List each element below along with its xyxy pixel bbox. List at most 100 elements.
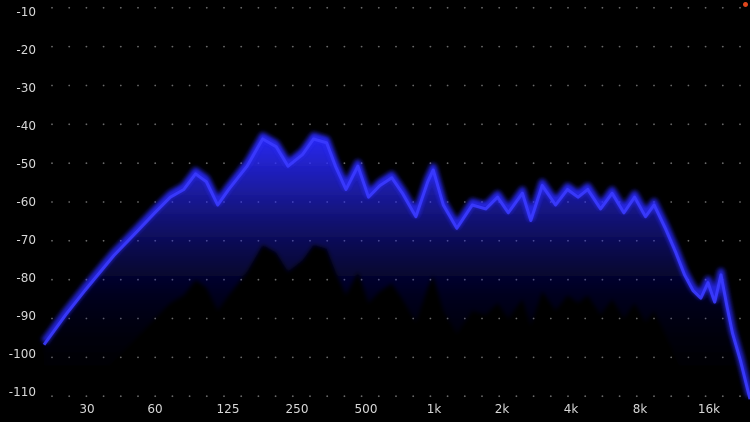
grid-dot [188,356,191,359]
grid-dot [51,162,53,165]
grid-dot [429,123,432,126]
grid-dot [567,317,569,320]
grid-dot [154,123,157,126]
grid-dot [498,84,501,87]
grid-dot [429,6,432,9]
grid-dot [704,84,707,87]
grid-dot [670,356,673,359]
grid-dot [532,6,535,9]
grid-dot [309,123,311,126]
grid-dot [704,123,707,126]
grid-dot [549,395,552,398]
grid-dot [549,6,552,9]
grid-dot [481,356,483,359]
grid-dot [653,45,655,48]
grid-dot [515,356,518,359]
grid-dot [515,317,518,320]
grid-dot [240,317,243,320]
grid-dot [171,6,174,9]
grid-dot [412,356,415,359]
grid-dot [584,84,587,87]
grid-dot [274,6,277,9]
y-tick-label: -110 [9,385,36,399]
grid-dot [68,239,71,242]
grid-dot [102,45,105,48]
x-tick-label: 8k [633,402,648,416]
grid-dot [635,45,638,48]
grid-dot [240,6,243,9]
grid-dot [223,162,225,165]
grid-dot [498,45,501,48]
grid-dot [377,162,380,165]
grid-dot [739,278,741,281]
grid-dot [670,123,673,126]
grid-dot [687,84,690,87]
grid-dot [618,162,621,165]
grid-dot [515,45,518,48]
grid-dot [704,45,707,48]
grid-dot [515,162,518,165]
grid-dot [68,84,71,87]
grid-dot [68,278,71,281]
grid-dot [205,45,208,48]
grid-dot [532,45,535,48]
grid-dot [395,317,397,320]
grid-dot [395,356,397,359]
grid-dot [171,356,174,359]
grid-dot [446,123,449,126]
grid-dot [171,317,174,320]
grid-dot [463,356,466,359]
grid-dot [326,278,329,281]
grid-dot [309,6,311,9]
grid-dot [601,45,604,48]
grid-dot [618,45,621,48]
grid-dot [51,45,53,48]
grid-dot [429,356,432,359]
grid-dot [326,45,329,48]
grid-dot [601,84,604,87]
grid-dot [257,123,260,126]
grid-dot [137,201,139,203]
grid-dot [463,123,466,126]
grid-dot [515,123,518,126]
grid-dot [739,6,741,9]
grid-dot [446,6,449,9]
grid-dot [515,395,518,398]
grid-dot [687,395,690,398]
grid-dot [395,84,397,87]
grid-dot [137,356,139,359]
x-tick-label: 125 [217,402,240,416]
grid-dot [601,395,604,398]
grid-dot [68,6,71,9]
grid-dot [343,395,346,398]
grid-dot [188,84,191,87]
grid-dot [739,239,741,242]
grid-dot [119,395,122,398]
grid-dot [291,6,294,9]
grid-dot [360,395,363,398]
grid-dot [395,162,397,165]
grid-dot [601,317,604,320]
grid-dot [137,395,139,398]
grid-dot [498,6,501,9]
grid-dot [343,317,346,320]
grid-dot [291,45,294,48]
grid-dot [687,239,690,242]
grid-dot [704,239,707,242]
grid-dot [326,395,329,398]
grid-dot [618,84,621,87]
grid-dot [446,162,449,165]
grid-dot [412,45,415,48]
grid-dot [429,162,432,165]
grid-dot [171,45,174,48]
grid-dot [223,6,225,9]
grid-dot [635,317,638,320]
grid-dot [653,356,655,359]
grid-dot [549,123,552,126]
grid-dot [188,123,191,126]
grid-dot [102,123,105,126]
grid-dot [274,356,277,359]
grid-dot [154,84,157,87]
grid-dot [291,395,294,398]
grid-dot [395,123,397,126]
